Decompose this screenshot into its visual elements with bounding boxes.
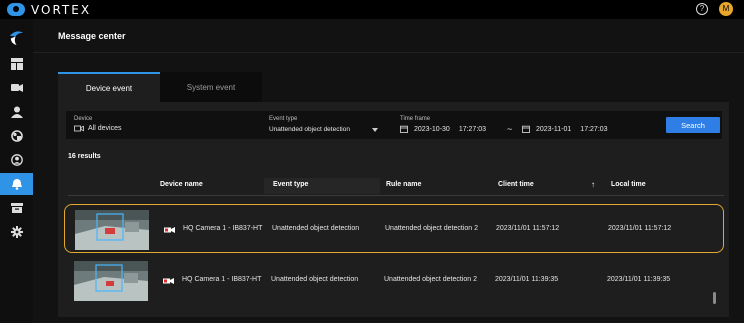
calendar-icon <box>400 125 408 133</box>
tab-device-event[interactable]: Device event <box>58 72 160 102</box>
event-type-label: Event type <box>269 116 298 122</box>
gear-icon <box>10 226 23 238</box>
device-filter-value: All devices <box>88 125 122 132</box>
client-time: 2023/11/01 11:57:12 <box>496 225 560 232</box>
table-header-divider <box>68 195 724 196</box>
table-row[interactable]: HQ Camera 1 - IB837-HT Unattended object… <box>64 256 724 305</box>
chevron-down-icon[interactable] <box>372 128 378 132</box>
event-snapshot-image <box>74 261 148 301</box>
rule-name: Unattended object detection 2 <box>384 276 478 283</box>
avatar[interactable]: M <box>719 2 733 16</box>
rule-name: Unattended object detection 2 <box>385 225 479 232</box>
top-bar: VORTEX ? M <box>0 0 744 19</box>
col-event-type[interactable]: Event type <box>273 181 308 188</box>
tab-system-event[interactable]: System event <box>160 72 262 102</box>
recording-icon <box>164 227 175 233</box>
col-rule-name[interactable]: Rule name <box>386 181 421 188</box>
sort-arrow-icon[interactable]: ↑ <box>591 180 595 189</box>
vortex-logo-icon <box>7 3 25 16</box>
sidebar-item-settings[interactable] <box>0 221 33 243</box>
event-panel: Device All devices Event type Unattended… <box>58 102 729 317</box>
dashboard-icon <box>10 58 23 70</box>
event-type-select[interactable]: Unattended object detection <box>269 126 379 133</box>
event-type: Unattended object detection <box>272 225 360 232</box>
col-device-name[interactable]: Device name <box>160 181 203 188</box>
help-icon[interactable]: ? <box>696 3 708 15</box>
device-name: HQ Camera 1 - IB837-HT <box>183 225 263 232</box>
results-count: 16 results <box>68 153 101 160</box>
bell-icon <box>11 179 22 190</box>
col-local-time[interactable]: Local time <box>611 181 646 188</box>
page-title: Message center <box>58 31 126 41</box>
user-icon <box>10 106 23 118</box>
account-icon <box>10 154 23 166</box>
table-row[interactable]: HQ Camera 1 - IB837-HT Unattended object… <box>64 204 724 253</box>
archive-icon <box>10 203 23 213</box>
sidebar <box>0 19 33 323</box>
calendar-icon <box>522 125 530 133</box>
device-filter-label: Device <box>74 116 93 122</box>
header-divider <box>33 52 744 53</box>
time-frame-label: Time frame <box>400 116 431 122</box>
start-datetime[interactable]: 2023-10-30 17:27:03 <box>400 125 486 133</box>
app-logo[interactable]: VORTEX <box>7 3 91 17</box>
start-date: 2023-10-30 <box>414 125 450 133</box>
local-time: 2023/11/01 11:39:35 <box>607 276 671 283</box>
event-type: Unattended object detection <box>271 276 359 283</box>
event-thumbnail[interactable] <box>74 261 148 301</box>
sidebar-item-archive[interactable] <box>0 197 33 219</box>
client-time: 2023/11/01 11:39:35 <box>495 276 559 283</box>
sidebar-item-rules[interactable] <box>0 125 33 147</box>
brand-name: VORTEX <box>31 2 92 17</box>
sidebar-item-message-center[interactable] <box>0 173 33 195</box>
event-snapshot-image <box>75 210 149 250</box>
sidebar-item-account[interactable] <box>0 149 33 171</box>
filter-bar: Device All devices Event type Unattended… <box>66 111 722 139</box>
rules-icon <box>10 130 23 142</box>
end-date: 2023-11-01 <box>536 125 572 133</box>
search-button[interactable]: Search <box>666 117 720 133</box>
range-separator: ~ <box>507 124 513 134</box>
event-thumbnail[interactable] <box>75 210 149 250</box>
end-time: 17:27:03 <box>580 125 608 133</box>
start-time: 17:27:03 <box>458 125 487 133</box>
recording-icon <box>163 278 174 284</box>
device-filter[interactable]: All devices <box>74 125 121 132</box>
col-client-time[interactable]: Client time <box>498 181 534 188</box>
local-time: 2023/11/01 11:57:12 <box>608 225 672 232</box>
sidebar-item-dashboard[interactable] <box>0 53 33 75</box>
event-type-value: Unattended object detection <box>269 126 350 133</box>
sidebar-item-devices[interactable] <box>0 77 33 99</box>
sidebar-item-users[interactable] <box>0 101 33 123</box>
end-datetime[interactable]: 2023-11-01 17:27:03 <box>522 125 608 133</box>
device-name: HQ Camera 1 - IB837-HT <box>182 276 262 283</box>
camera-icon <box>10 84 23 92</box>
scrollbar-thumb[interactable] <box>713 292 716 304</box>
camera-icon <box>74 125 84 132</box>
vortex-swirl-icon[interactable] <box>7 28 26 47</box>
